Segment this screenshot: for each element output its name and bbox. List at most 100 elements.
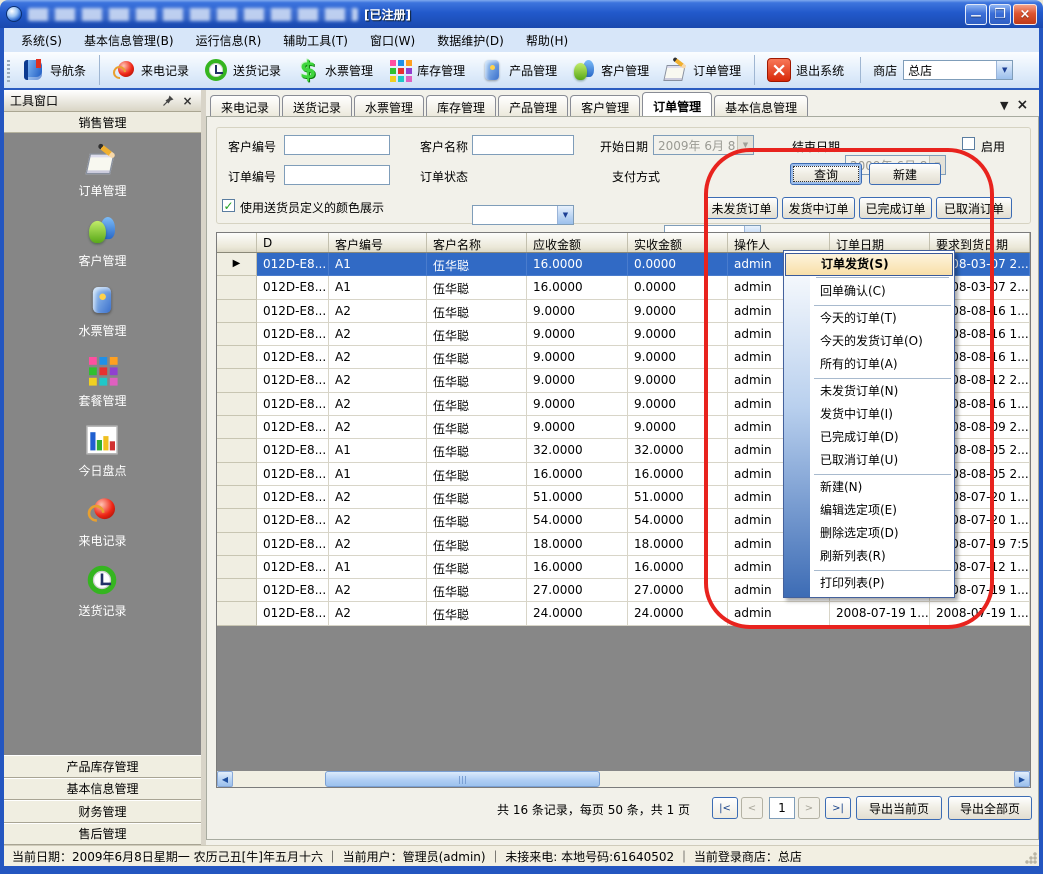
new-button[interactable]: 新建	[869, 163, 941, 185]
table-row[interactable]: ▶ 012D-E8... A2 伍华聪 24.0000 24.0000 admi…	[217, 602, 1030, 625]
scroll-right-icon[interactable]: ▶	[1014, 771, 1030, 787]
scrollbar-thumb[interactable]	[325, 771, 600, 787]
column-header-customer-name[interactable]: 客户名称	[427, 233, 527, 252]
sidebar-bottom-section[interactable]: 产品库存管理	[4, 755, 201, 778]
context-menu-item[interactable]: 发货中订单(I)	[784, 403, 954, 426]
start-date-picker[interactable]: 2009年 6月 8日 ▼	[653, 135, 754, 155]
context-menu-item[interactable]: 打印列表(P)	[784, 572, 954, 595]
enable-date-checkbox[interactable]	[962, 137, 975, 150]
sidebar-item[interactable]: 客户管理	[78, 213, 126, 269]
shop-combobox[interactable]: 总店 ▼	[903, 60, 1013, 80]
column-header-receivable[interactable]: 应收金额	[527, 233, 628, 252]
order-code-input[interactable]	[284, 165, 390, 185]
context-menu-item[interactable]: 未发货订单(N)	[784, 380, 954, 403]
scroll-left-icon[interactable]: ◀	[217, 771, 233, 787]
sidebar-item[interactable]: 送货记录	[78, 563, 126, 619]
tab[interactable]: 送货记录	[282, 95, 352, 116]
row-selector-cell[interactable]: ▶	[217, 369, 257, 392]
row-selector-cell[interactable]: ▶	[217, 416, 257, 439]
context-menu-item[interactable]: 新建(N)	[784, 476, 954, 499]
row-selector-cell[interactable]: ▶	[217, 579, 257, 602]
tab[interactable]: 基本信息管理	[714, 95, 808, 116]
export-all-pages-button[interactable]: 导出全部页	[948, 796, 1032, 820]
sidebar-section-sales[interactable]: 销售管理	[4, 112, 201, 133]
row-selector-cell[interactable]: ▶	[217, 346, 257, 369]
row-selector-cell[interactable]: ▶	[217, 486, 257, 509]
sidebar-bottom-section[interactable]: 售后管理	[4, 823, 201, 846]
order-status-combobox[interactable]: ▼	[472, 205, 574, 225]
row-selector-cell[interactable]: ▶	[217, 253, 257, 276]
chevron-down-icon[interactable]: ▼	[996, 61, 1012, 79]
menu-item[interactable]: 系统(S)	[10, 29, 73, 52]
tool-window-close-icon[interactable]: ×	[180, 93, 195, 108]
row-selector-cell[interactable]: ▶	[217, 323, 257, 346]
context-menu-item[interactable]: 已取消订单(U)	[784, 449, 954, 472]
sidebar-item[interactable]: 来电记录	[78, 493, 126, 549]
row-selector-cell[interactable]: ▶	[217, 463, 257, 486]
color-display-checkbox[interactable]: ✓	[222, 199, 235, 212]
toolbar-button[interactable]: 产品管理	[473, 55, 563, 85]
sidebar-item[interactable]: 今日盘点	[78, 423, 126, 479]
toolbar-button[interactable]: 导航条	[14, 55, 92, 85]
menu-item[interactable]: 窗口(W)	[359, 29, 426, 52]
prev-page-button[interactable]: <	[741, 797, 763, 819]
last-page-button[interactable]: >|	[825, 797, 851, 819]
toolbar-button[interactable]: 水票管理	[289, 55, 379, 85]
tab-close-icon[interactable]: ×	[1016, 97, 1028, 113]
toolbar-button[interactable]: 送货记录	[197, 55, 287, 85]
row-selector-cell[interactable]: ▶	[217, 533, 257, 556]
column-header-id[interactable]: D	[257, 233, 329, 252]
row-selector-cell[interactable]: ▶	[217, 602, 257, 625]
sidebar-bottom-section[interactable]: 基本信息管理	[4, 778, 201, 801]
column-header-selector[interactable]	[217, 233, 257, 252]
customer-name-input[interactable]	[472, 135, 574, 155]
row-selector-cell[interactable]: ▶	[217, 393, 257, 416]
page-number-input[interactable]	[769, 797, 795, 819]
column-header-received[interactable]: 实收金额	[628, 233, 728, 252]
column-header-customer-code[interactable]: 客户编号	[329, 233, 427, 252]
context-menu-item[interactable]: 回单确认(C)	[784, 280, 954, 303]
tab[interactable]: 库存管理	[426, 95, 496, 116]
filter-shipping-button[interactable]: 发货中订单	[782, 197, 855, 219]
tab[interactable]: 来电记录	[210, 95, 280, 116]
context-menu-item[interactable]: 编辑选定项(E)	[784, 499, 954, 522]
sidebar-item[interactable]: 套餐管理	[78, 353, 126, 409]
tab[interactable]: 水票管理	[354, 95, 424, 116]
resize-grip[interactable]	[1025, 852, 1037, 864]
context-menu-item[interactable]: 今天的发货订单(O)	[784, 330, 954, 353]
close-button[interactable]: ×	[1013, 4, 1037, 25]
menu-item[interactable]: 帮助(H)	[515, 29, 579, 52]
scrollbar-track[interactable]	[233, 771, 1014, 787]
menu-item[interactable]: 运行信息(R)	[185, 29, 273, 52]
toolbar-button[interactable]: 订单管理	[657, 55, 747, 85]
maximize-button[interactable]: ❒	[989, 4, 1011, 25]
chevron-down-icon[interactable]: ▼	[557, 206, 573, 224]
filter-completed-button[interactable]: 已完成订单	[859, 197, 932, 219]
toolbar-button[interactable]: 库存管理	[381, 55, 471, 85]
toolbar-button[interactable]: 退出系统	[754, 55, 850, 85]
next-page-button[interactable]: >	[798, 797, 820, 819]
tab[interactable]: 客户管理	[570, 95, 640, 116]
tab[interactable]: 订单管理	[642, 92, 712, 116]
menu-item[interactable]: 辅助工具(T)	[272, 29, 359, 52]
minimize-button[interactable]: —	[965, 4, 987, 25]
toolbar-button[interactable]: 客户管理	[565, 55, 655, 85]
tab-list-dropdown-icon[interactable]: ▼	[1000, 99, 1008, 112]
menu-item[interactable]: 数据维护(D)	[426, 29, 515, 52]
context-menu-item[interactable]: 所有的订单(A)	[784, 353, 954, 376]
first-page-button[interactable]: |<	[712, 797, 738, 819]
menu-item[interactable]: 基本信息管理(B)	[73, 29, 185, 52]
row-selector-cell[interactable]: ▶	[217, 439, 257, 462]
row-selector-cell[interactable]: ▶	[217, 556, 257, 579]
sidebar-bottom-section[interactable]: 财务管理	[4, 800, 201, 823]
customer-code-input[interactable]	[284, 135, 390, 155]
filter-unshipped-button[interactable]: 未发货订单	[705, 197, 778, 219]
row-selector-cell[interactable]: ▶	[217, 276, 257, 299]
export-current-page-button[interactable]: 导出当前页	[856, 796, 942, 820]
context-menu-item[interactable]: 已完成订单(D)	[784, 426, 954, 449]
row-selector-cell[interactable]: ▶	[217, 509, 257, 532]
pin-icon[interactable]	[161, 93, 176, 108]
query-button[interactable]: 查询	[790, 163, 862, 185]
toolbar-grip[interactable]	[7, 60, 10, 82]
filter-cancelled-button[interactable]: 已取消订单	[936, 197, 1012, 219]
